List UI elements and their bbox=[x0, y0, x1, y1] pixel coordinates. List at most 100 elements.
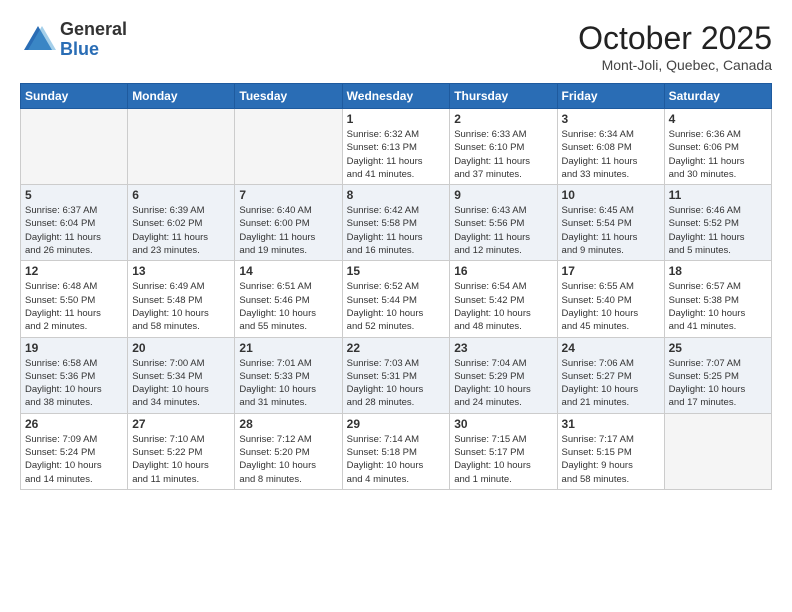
header-friday: Friday bbox=[557, 84, 664, 109]
day-number: 17 bbox=[562, 264, 660, 278]
day-cell: 13Sunrise: 6:49 AM Sunset: 5:48 PM Dayli… bbox=[128, 261, 235, 337]
calendar-table: Sunday Monday Tuesday Wednesday Thursday… bbox=[20, 83, 772, 490]
day-info: Sunrise: 7:15 AM Sunset: 5:17 PM Dayligh… bbox=[454, 433, 552, 486]
day-info: Sunrise: 7:09 AM Sunset: 5:24 PM Dayligh… bbox=[25, 433, 123, 486]
header-saturday: Saturday bbox=[664, 84, 771, 109]
day-cell: 5Sunrise: 6:37 AM Sunset: 6:04 PM Daylig… bbox=[21, 185, 128, 261]
day-cell: 8Sunrise: 6:42 AM Sunset: 5:58 PM Daylig… bbox=[342, 185, 450, 261]
day-info: Sunrise: 6:40 AM Sunset: 6:00 PM Dayligh… bbox=[239, 204, 337, 257]
day-info: Sunrise: 7:10 AM Sunset: 5:22 PM Dayligh… bbox=[132, 433, 230, 486]
day-number: 12 bbox=[25, 264, 123, 278]
day-cell: 25 Sunrise: 7:07 AM Sunset: 5:25 PM Dayli… bbox=[664, 337, 771, 413]
day-cell: 17 Sunrise: 6:55 AM Sunset: 5:40 PM Dayli… bbox=[557, 261, 664, 337]
day-info: Sunrise: 6:37 AM Sunset: 6:04 PM Dayligh… bbox=[25, 204, 123, 257]
day-info: Sunrise: 6:55 AM Sunset: 5:40 PM Dayligh… bbox=[562, 280, 660, 333]
day-cell: 20Sunrise: 7:00 AM Sunset: 5:34 PM Dayli… bbox=[128, 337, 235, 413]
day-cell: 26 Sunrise: 7:09 AM Sunset: 5:24 PM Dayli… bbox=[21, 413, 128, 489]
day-info: Sunrise: 7:12 AM Sunset: 5:20 PM Dayligh… bbox=[239, 433, 337, 486]
day-number: 10 bbox=[562, 188, 660, 202]
day-number: 9 bbox=[454, 188, 552, 202]
day-number: 3 bbox=[562, 112, 660, 126]
day-cell: 23 Sunrise: 7:04 AM Sunset: 5:29 PM Dayli… bbox=[450, 337, 557, 413]
header-thursday: Thursday bbox=[450, 84, 557, 109]
day-number: 24 bbox=[562, 341, 660, 355]
day-cell: 4 Sunrise: 6:36 AM Sunset: 6:06 PM Daylig… bbox=[664, 109, 771, 185]
day-info: Sunrise: 7:03 AM Sunset: 5:31 PM Dayligh… bbox=[347, 357, 446, 410]
day-info: Sunrise: 6:52 AM Sunset: 5:44 PM Dayligh… bbox=[347, 280, 446, 333]
day-info: Sunrise: 7:01 AM Sunset: 5:33 PM Dayligh… bbox=[239, 357, 337, 410]
title-block: October 2025 Mont-Joli, Quebec, Canada bbox=[578, 20, 772, 73]
day-number: 31 bbox=[562, 417, 660, 431]
day-info: Sunrise: 7:06 AM Sunset: 5:27 PM Dayligh… bbox=[562, 357, 660, 410]
header-tuesday: Tuesday bbox=[235, 84, 342, 109]
weekday-header-row: Sunday Monday Tuesday Wednesday Thursday… bbox=[21, 84, 772, 109]
day-cell: 30 Sunrise: 7:15 AM Sunset: 5:17 PM Dayli… bbox=[450, 413, 557, 489]
day-number: 1 bbox=[347, 112, 446, 126]
day-info: Sunrise: 7:00 AM Sunset: 5:34 PM Dayligh… bbox=[132, 357, 230, 410]
day-info: Sunrise: 6:39 AM Sunset: 6:02 PM Dayligh… bbox=[132, 204, 230, 257]
day-number: 30 bbox=[454, 417, 552, 431]
day-number: 22 bbox=[347, 341, 446, 355]
day-cell: 6 Sunrise: 6:39 AM Sunset: 6:02 PM Daylig… bbox=[128, 185, 235, 261]
day-number: 11 bbox=[669, 188, 767, 202]
day-info: Sunrise: 6:51 AM Sunset: 5:46 PM Dayligh… bbox=[239, 280, 337, 333]
day-cell: 21 Sunrise: 7:01 AM Sunset: 5:33 PM Dayli… bbox=[235, 337, 342, 413]
day-cell: 10 Sunrise: 6:45 AM Sunset: 5:54 PM Dayli… bbox=[557, 185, 664, 261]
day-cell bbox=[235, 109, 342, 185]
day-number: 16 bbox=[454, 264, 552, 278]
day-cell: 18Sunrise: 6:57 AM Sunset: 5:38 PM Dayli… bbox=[664, 261, 771, 337]
day-number: 19 bbox=[25, 341, 123, 355]
day-number: 6 bbox=[132, 188, 230, 202]
week-row-5: 26 Sunrise: 7:09 AM Sunset: 5:24 PM Dayli… bbox=[21, 413, 772, 489]
day-number: 28 bbox=[239, 417, 337, 431]
day-cell: 1 Sunrise: 6:32 AM Sunset: 6:13 PM Daylig… bbox=[342, 109, 450, 185]
day-number: 15 bbox=[347, 264, 446, 278]
day-number: 13 bbox=[132, 264, 230, 278]
day-cell: 2Sunrise: 6:33 AM Sunset: 6:10 PM Daylig… bbox=[450, 109, 557, 185]
week-row-1: 1 Sunrise: 6:32 AM Sunset: 6:13 PM Daylig… bbox=[21, 109, 772, 185]
day-info: Sunrise: 6:54 AM Sunset: 5:42 PM Dayligh… bbox=[454, 280, 552, 333]
header-sunday: Sunday bbox=[21, 84, 128, 109]
day-cell: 27 Sunrise: 7:10 AM Sunset: 5:22 PM Dayli… bbox=[128, 413, 235, 489]
day-cell: 12 Sunrise: 6:48 AM Sunset: 5:50 PM Dayli… bbox=[21, 261, 128, 337]
day-cell: 28 Sunrise: 7:12 AM Sunset: 5:20 PM Dayli… bbox=[235, 413, 342, 489]
day-info: Sunrise: 6:36 AM Sunset: 6:06 PM Dayligh… bbox=[669, 128, 767, 181]
logo-general: General bbox=[60, 20, 127, 40]
logo: General Blue bbox=[20, 20, 127, 60]
header-wednesday: Wednesday bbox=[342, 84, 450, 109]
day-info: Sunrise: 7:17 AM Sunset: 5:15 PM Dayligh… bbox=[562, 433, 660, 486]
day-number: 27 bbox=[132, 417, 230, 431]
day-cell: 19Sunrise: 6:58 AM Sunset: 5:36 PM Dayli… bbox=[21, 337, 128, 413]
day-cell: 31 Sunrise: 7:17 AM Sunset: 5:15 PM Dayli… bbox=[557, 413, 664, 489]
logo-blue: Blue bbox=[60, 40, 127, 60]
day-info: Sunrise: 7:04 AM Sunset: 5:29 PM Dayligh… bbox=[454, 357, 552, 410]
day-cell: 15 Sunrise: 6:52 AM Sunset: 5:44 PM Dayli… bbox=[342, 261, 450, 337]
day-cell bbox=[21, 109, 128, 185]
day-info: Sunrise: 6:48 AM Sunset: 5:50 PM Dayligh… bbox=[25, 280, 123, 333]
week-row-4: 19Sunrise: 6:58 AM Sunset: 5:36 PM Dayli… bbox=[21, 337, 772, 413]
day-number: 7 bbox=[239, 188, 337, 202]
header-monday: Monday bbox=[128, 84, 235, 109]
day-info: Sunrise: 6:32 AM Sunset: 6:13 PM Dayligh… bbox=[347, 128, 446, 181]
day-number: 21 bbox=[239, 341, 337, 355]
day-number: 18 bbox=[669, 264, 767, 278]
day-info: Sunrise: 6:34 AM Sunset: 6:08 PM Dayligh… bbox=[562, 128, 660, 181]
day-cell: 7 Sunrise: 6:40 AM Sunset: 6:00 PM Daylig… bbox=[235, 185, 342, 261]
day-info: Sunrise: 6:33 AM Sunset: 6:10 PM Dayligh… bbox=[454, 128, 552, 181]
day-info: Sunrise: 6:46 AM Sunset: 5:52 PM Dayligh… bbox=[669, 204, 767, 257]
day-info: Sunrise: 7:07 AM Sunset: 5:25 PM Dayligh… bbox=[669, 357, 767, 410]
day-info: Sunrise: 6:45 AM Sunset: 5:54 PM Dayligh… bbox=[562, 204, 660, 257]
day-number: 23 bbox=[454, 341, 552, 355]
day-cell: 16 Sunrise: 6:54 AM Sunset: 5:42 PM Dayli… bbox=[450, 261, 557, 337]
day-number: 14 bbox=[239, 264, 337, 278]
day-cell bbox=[128, 109, 235, 185]
day-number: 29 bbox=[347, 417, 446, 431]
day-number: 4 bbox=[669, 112, 767, 126]
week-row-2: 5Sunrise: 6:37 AM Sunset: 6:04 PM Daylig… bbox=[21, 185, 772, 261]
day-cell bbox=[664, 413, 771, 489]
week-row-3: 12 Sunrise: 6:48 AM Sunset: 5:50 PM Dayli… bbox=[21, 261, 772, 337]
logo-text: General Blue bbox=[60, 20, 127, 60]
day-number: 26 bbox=[25, 417, 123, 431]
day-number: 25 bbox=[669, 341, 767, 355]
day-cell: 24 Sunrise: 7:06 AM Sunset: 5:27 PM Dayli… bbox=[557, 337, 664, 413]
